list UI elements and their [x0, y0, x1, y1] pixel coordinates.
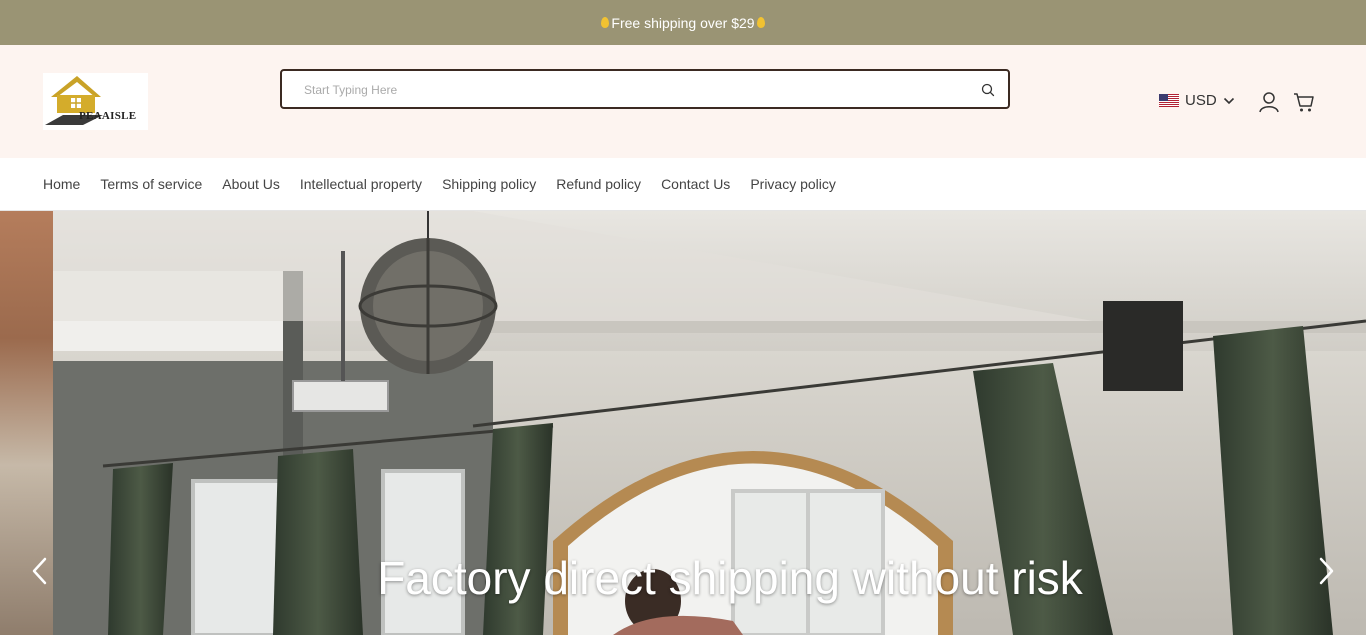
currency-selector[interactable]: USD: [1159, 92, 1235, 109]
cart-icon[interactable]: [1293, 91, 1315, 113]
us-flag-icon: [1159, 94, 1179, 107]
search-icon[interactable]: [980, 82, 996, 98]
store-logo[interactable]: PEAAISLE: [43, 73, 148, 130]
account-icon[interactable]: [1258, 91, 1280, 113]
announcement-bar: Free shipping over $29: [0, 0, 1366, 45]
nav-item-terms-of-service[interactable]: Terms of service: [100, 176, 202, 192]
drop-icon: [756, 17, 765, 28]
hero-image: [53, 211, 1366, 635]
nav-item-intellectual-property[interactable]: Intellectual property: [300, 176, 422, 192]
nav-item-refund-policy[interactable]: Refund policy: [556, 176, 641, 192]
drop-icon: [601, 17, 610, 28]
chevron-down-icon: [1223, 97, 1234, 104]
nav-item-privacy-policy[interactable]: Privacy policy: [750, 176, 836, 192]
nav-item-contact-us[interactable]: Contact Us: [661, 176, 730, 192]
search-input[interactable]: [304, 80, 954, 100]
nav-item-home[interactable]: Home: [43, 176, 80, 192]
nav-item-about-us[interactable]: About Us: [222, 176, 280, 192]
arrow-left-icon[interactable]: [28, 556, 52, 586]
site-header: PEAAISLE USD: [0, 45, 1366, 158]
arrow-right-icon[interactable]: [1314, 556, 1338, 586]
hero-slideshow: Factory direct shipping without risk: [0, 211, 1366, 635]
announcement-text: Free shipping over $29: [611, 14, 755, 31]
search-bar: [280, 69, 1010, 109]
logo-text: PEAAISLE: [79, 110, 137, 122]
nav-item-shipping-policy[interactable]: Shipping policy: [442, 176, 536, 192]
currency-label: USD: [1185, 92, 1217, 109]
main-nav: Home Terms of service About Us Intellect…: [0, 158, 1366, 211]
